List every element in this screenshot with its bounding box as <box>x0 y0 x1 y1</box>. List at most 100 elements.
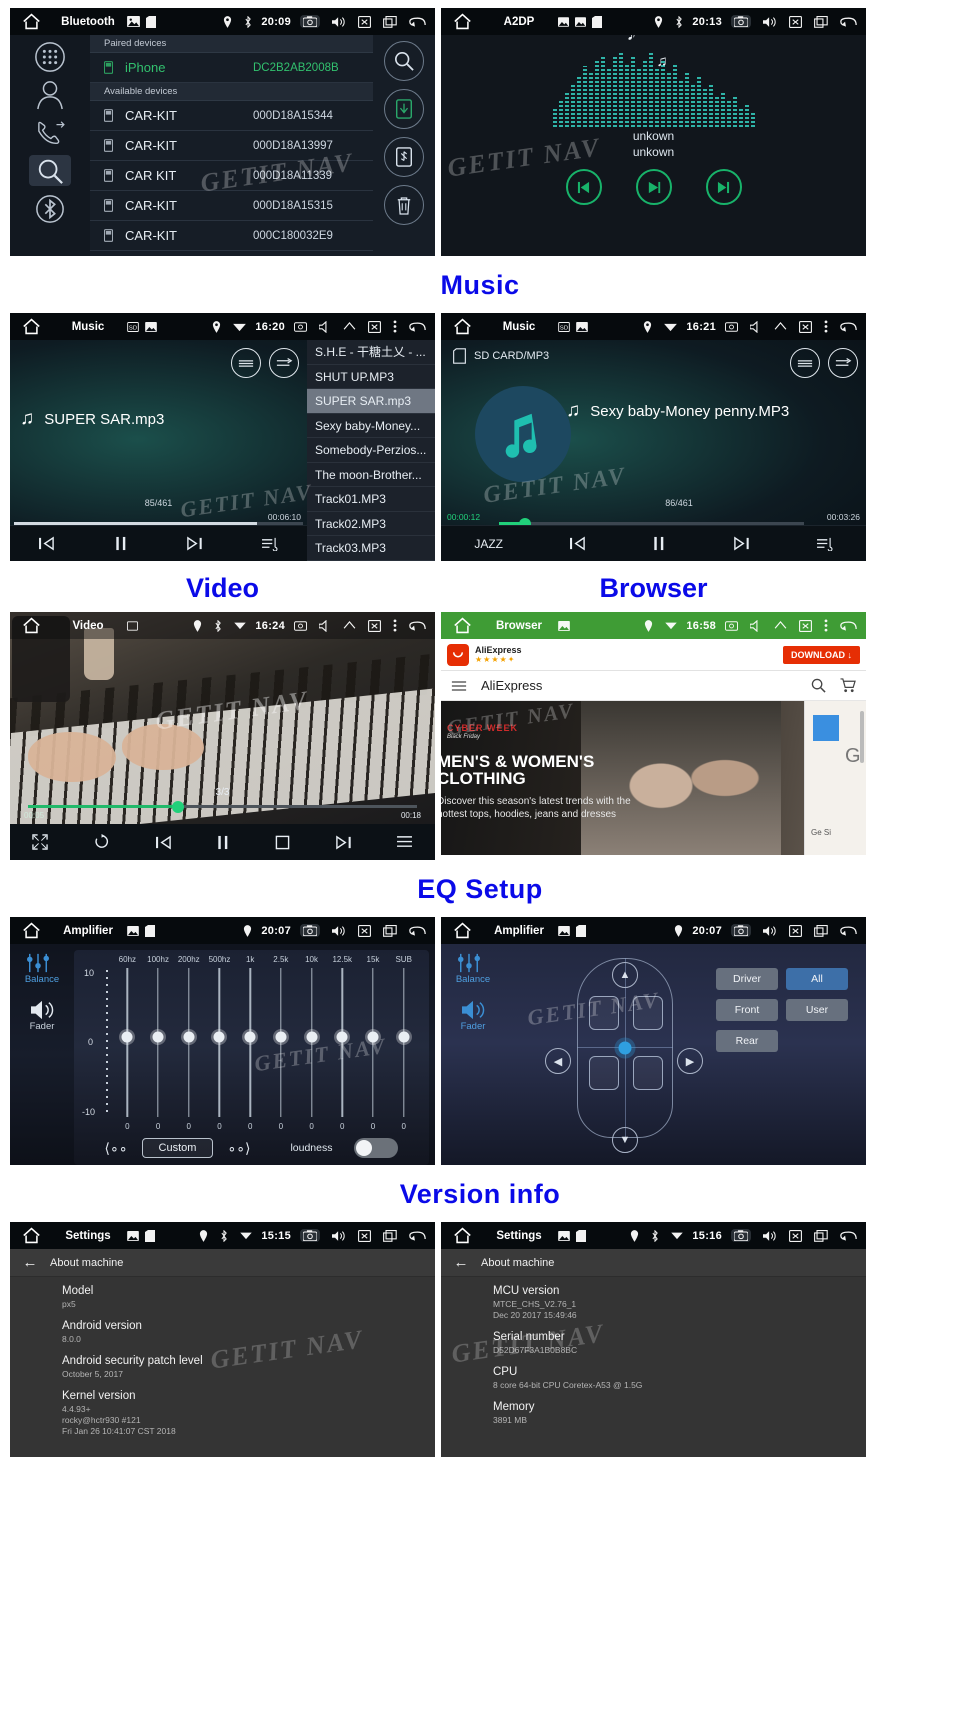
picture-icon[interactable] <box>558 1230 570 1241</box>
picture-icon[interactable] <box>576 321 588 332</box>
fader-stage[interactable]: ▲ ▼ ◀ ▶ GETIT NAV <box>505 944 716 1165</box>
music1-playlist[interactable]: S.H.E - 干糖土乂 - ... SHUT UP.MP3 SUPER SAR… <box>307 340 435 561</box>
recents-icon[interactable] <box>383 15 397 28</box>
previous-preset-button[interactable]: ⟨∘∘ <box>105 1140 128 1157</box>
video-progress-bar[interactable] <box>28 805 417 808</box>
sdcard-icon[interactable] <box>146 15 156 28</box>
settings-row[interactable]: Android version 8.0.0 <box>10 1312 435 1347</box>
overflow-menu-icon[interactable] <box>824 619 828 632</box>
video-progress-knob[interactable] <box>171 801 184 813</box>
back-icon[interactable] <box>840 16 857 28</box>
seat-front-left[interactable] <box>589 996 619 1030</box>
close-icon[interactable] <box>789 924 802 937</box>
back-icon[interactable] <box>409 1230 426 1242</box>
close-icon[interactable] <box>368 320 381 333</box>
recents-icon[interactable] <box>814 924 828 937</box>
back-icon[interactable] <box>840 620 857 632</box>
eject-icon[interactable] <box>343 621 356 630</box>
sdcard-icon[interactable] <box>127 620 138 631</box>
eq-sliders[interactable] <box>112 968 419 1117</box>
eject-icon[interactable] <box>343 322 356 331</box>
picture-icon[interactable] <box>558 620 570 631</box>
back-icon[interactable] <box>840 1230 857 1242</box>
settings-row[interactable]: CPU 8 core 64-bit CPU Coretex-A53 @ 1.5G <box>441 1358 866 1393</box>
home-icon[interactable] <box>441 1227 483 1244</box>
previous-button[interactable] <box>569 536 586 551</box>
eq-slider[interactable] <box>204 968 235 1117</box>
back-icon[interactable] <box>840 321 857 333</box>
cart-icon[interactable] <box>840 678 856 693</box>
balance-left-button[interactable]: ◀ <box>545 1048 571 1074</box>
volume-mute-icon[interactable] <box>750 320 762 333</box>
sidebar-item-contacts[interactable] <box>29 79 71 110</box>
camera-icon[interactable] <box>294 321 307 332</box>
camera-icon[interactable] <box>725 321 738 332</box>
sidebar-item-fader[interactable]: Fader <box>29 999 55 1032</box>
recents-icon[interactable] <box>383 1229 397 1242</box>
video-playlist-button[interactable] <box>396 835 413 849</box>
eq-slider[interactable] <box>112 968 143 1117</box>
loudness-toggle[interactable] <box>354 1138 399 1158</box>
sidebar-item-search[interactable] <box>29 155 71 186</box>
camera-icon[interactable] <box>300 15 320 28</box>
volume-mute-icon[interactable] <box>319 320 331 333</box>
playlist-item[interactable]: Track01.MP3 <box>307 487 435 512</box>
home-icon[interactable] <box>10 1227 52 1244</box>
sdcard-icon[interactable] <box>576 1229 586 1242</box>
search-icon[interactable] <box>811 678 826 693</box>
available-device-row[interactable]: CAR-KIT 000D18A15315 <box>90 191 373 221</box>
camera-icon[interactable] <box>725 620 738 631</box>
close-icon[interactable] <box>358 15 371 28</box>
sidebar-item-balance[interactable]: Balance <box>25 952 59 985</box>
available-device-row[interactable]: CAR KIT 000D18A11339 <box>90 161 373 191</box>
next-preset-button[interactable]: ∘∘⟩ <box>227 1140 250 1157</box>
previous-button[interactable] <box>39 536 55 551</box>
sdcard-icon[interactable] <box>145 1229 155 1242</box>
bluetooth-device-list[interactable]: Paired devices iPhone DC2B2AB2008B Avail… <box>90 35 373 256</box>
app-install-banner[interactable]: AliExpress ★★★★✦ DOWNLOAD ↓ <box>441 639 866 671</box>
sdcard-icon[interactable] <box>576 924 586 937</box>
recents-icon[interactable] <box>383 924 397 937</box>
back-icon[interactable] <box>409 321 426 333</box>
home-icon[interactable] <box>10 13 52 30</box>
next-button[interactable] <box>705 169 742 205</box>
recents-icon[interactable] <box>814 1229 828 1242</box>
balance-right-button[interactable]: ▶ <box>677 1048 703 1074</box>
playlist-item-selected[interactable]: SUPER SAR.mp3 <box>307 389 435 414</box>
picture-icon[interactable] <box>127 16 140 27</box>
next-button[interactable] <box>335 835 351 850</box>
volume-icon[interactable] <box>332 1230 346 1242</box>
sidebar-item-calllog[interactable] <box>29 117 71 148</box>
sdcard-icon[interactable]: SD <box>558 321 570 332</box>
unpair-device-button[interactable] <box>384 137 424 177</box>
pause-button[interactable] <box>652 536 666 551</box>
seat-front-right[interactable] <box>633 996 663 1030</box>
close-icon[interactable] <box>799 320 812 333</box>
settings-row[interactable]: Serial number D52D67F3A1B0B8BC <box>441 1323 866 1358</box>
playlist-item[interactable]: Sexy baby-Money... <box>307 414 435 438</box>
pair-device-button[interactable] <box>384 89 424 129</box>
camera-icon[interactable] <box>294 620 307 631</box>
next-button[interactable] <box>186 536 202 551</box>
home-icon[interactable] <box>441 617 483 634</box>
paired-device-row[interactable]: iPhone DC2B2AB2008B <box>90 53 373 83</box>
picture-icon[interactable] <box>145 321 157 332</box>
sidebar-item-dialpad[interactable] <box>29 41 71 72</box>
e q-slider[interactable] <box>235 968 266 1117</box>
overflow-menu-icon[interactable] <box>393 320 397 333</box>
sdcard-icon[interactable]: SD <box>127 321 139 332</box>
sidebar-item-balance[interactable]: Balance <box>456 952 490 985</box>
fader-preset-all[interactable]: All <box>786 968 848 990</box>
settings-row[interactable]: Memory 3891 MB <box>441 1393 866 1428</box>
fader-preset-user[interactable]: User <box>786 999 848 1021</box>
picture-icon[interactable] <box>575 16 586 27</box>
sidebar-item-fader[interactable]: Fader <box>460 999 486 1032</box>
seat-rear-right[interactable] <box>633 1056 663 1090</box>
fader-preset-front[interactable]: Front <box>716 999 778 1021</box>
available-device-row[interactable]: CAR-KIT 000D18A15344 <box>90 101 373 131</box>
settings-row[interactable]: MCU version MTCE_CHS_V2.76_1 Dec 20 2017… <box>441 1277 866 1323</box>
download-button[interactable]: DOWNLOAD ↓ <box>783 645 860 664</box>
back-icon[interactable] <box>409 620 426 632</box>
next-button[interactable] <box>733 536 749 551</box>
playlist-item[interactable]: Somebody-Perzios... <box>307 438 435 463</box>
